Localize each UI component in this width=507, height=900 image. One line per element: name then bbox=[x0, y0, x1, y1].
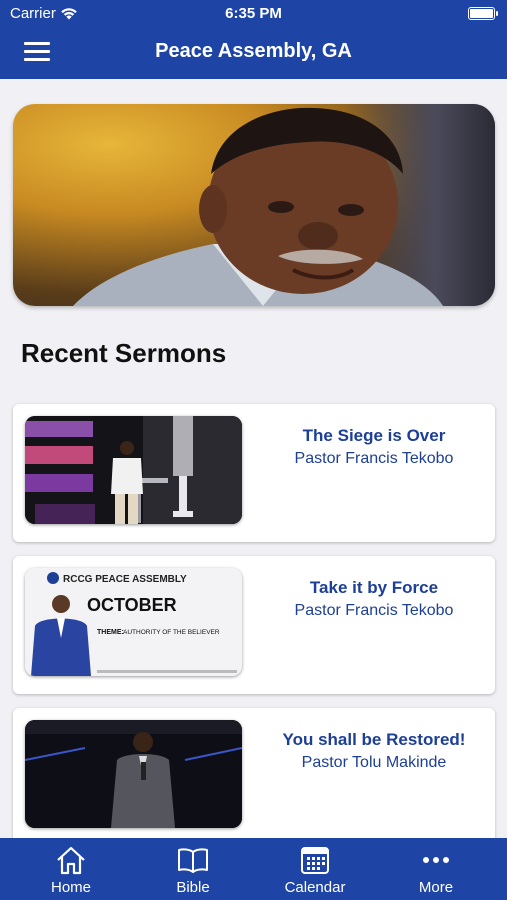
sermon-pastor: Pastor Francis Tekobo bbox=[294, 450, 454, 467]
tab-bible[interactable]: Bible bbox=[143, 838, 243, 900]
status-bar: Carrier 6:35 PM bbox=[0, 5, 507, 23]
sermon-card[interactable]: You shall be Restored! Pastor Tolu Makin… bbox=[13, 708, 495, 846]
sermon-card[interactable]: The Siege is Over Pastor Francis Tekobo bbox=[13, 404, 495, 542]
tab-home[interactable]: Home bbox=[21, 838, 121, 900]
tab-more[interactable]: More bbox=[386, 838, 486, 900]
sermon-card[interactable]: RCCG PEACE ASSEMBLY OCTOBER THEME: AUTHO… bbox=[13, 556, 495, 694]
sermon-title: You shall be Restored! bbox=[282, 730, 466, 749]
book-icon bbox=[178, 848, 208, 873]
battery-icon bbox=[468, 7, 498, 20]
hero-banner-image bbox=[13, 104, 495, 306]
sermon-title: Take it by Force bbox=[309, 578, 439, 597]
more-icon bbox=[423, 857, 449, 863]
home-icon bbox=[57, 846, 85, 875]
sermon-thumbnail bbox=[25, 720, 242, 828]
page-title: Peace Assembly, GA bbox=[155, 40, 352, 62]
thumb-theme-label: THEME: bbox=[97, 629, 124, 636]
sermon-pastor: Pastor Francis Tekobo bbox=[294, 602, 454, 619]
sermon-pastor: Pastor Tolu Makinde bbox=[301, 754, 447, 771]
sermon-title: The Siege is Over bbox=[302, 426, 446, 445]
thumb-theme-text: AUTHORITY OF THE BELIEVER bbox=[123, 629, 220, 636]
tab-bar: Home Bible Calendar More bbox=[0, 838, 507, 900]
tab-calendar[interactable]: Calendar bbox=[265, 838, 365, 900]
sermon-thumbnail bbox=[25, 416, 242, 524]
clock: 6:35 PM bbox=[225, 5, 282, 22]
section-title-recent-sermons: Recent Sermons bbox=[21, 338, 227, 368]
tab-label: Calendar bbox=[284, 879, 346, 896]
tab-label: Home bbox=[50, 879, 91, 896]
calendar-icon bbox=[301, 847, 329, 874]
sermon-thumbnail: RCCG PEACE ASSEMBLY OCTOBER THEME: AUTHO… bbox=[25, 568, 242, 676]
tab-label: More bbox=[418, 879, 454, 896]
thumb-month-text: OCTOBER bbox=[87, 595, 177, 615]
thumb-org-text: RCCG PEACE ASSEMBLY bbox=[63, 574, 187, 585]
navigation-bar: Carrier 6:35 PM Peace Assembly, GA bbox=[0, 0, 507, 79]
tab-label: Bible bbox=[176, 879, 210, 896]
